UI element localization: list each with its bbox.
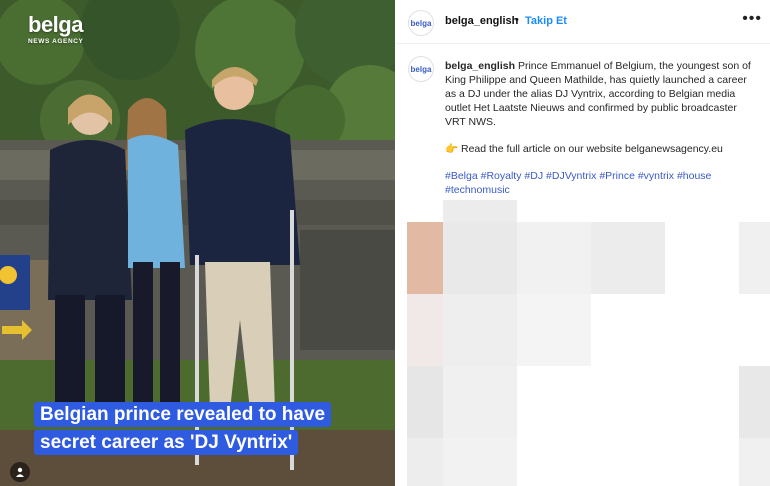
belga-logo: belga NEWS AGENCY [28,12,83,45]
hashtag[interactable]: #house [677,170,711,182]
headline-overlay: Belgian prince revealed to have secret c… [34,401,354,457]
caption-text: belga_english Prince Emmanuel of Belgium… [445,59,757,210]
more-options-icon[interactable]: ••• [742,10,762,28]
post-photo[interactable]: belga NEWS AGENCY Belgian prince reveale… [0,0,395,486]
caption-link-line: 👉 Read the full article on our website b… [445,143,723,155]
hashtag[interactable]: #Royalty [481,170,522,182]
header-avatar[interactable]: belga [408,10,434,36]
blurred-comments-area [395,198,770,486]
hashtag[interactable]: #DJVyntrix [546,170,596,182]
post-header: belga belga_english • Takip Et ••• [395,0,770,44]
hashtag[interactable]: #Belga [445,170,478,182]
hashtag[interactable]: #Prince [599,170,635,182]
headline-line-2: secret career as 'DJ Vyntrix' [34,430,299,455]
hashtag[interactable]: #technomusic [445,184,510,196]
hashtag-list: #Belga #Royalty #DJ #DJVyntrix #Prince #… [445,169,757,197]
follow-button[interactable]: Takip Et [525,15,567,27]
post-side-panel: belga belga_english • Takip Et ••• belga… [395,0,770,486]
logo-subtitle: NEWS AGENCY [28,38,84,45]
caption-avatar[interactable]: belga [408,56,434,82]
logo-word: belga [28,12,83,37]
hashtag[interactable]: #vyntrix [638,170,674,182]
hashtag[interactable]: #DJ [524,170,543,182]
headline-line-1: Belgian prince revealed to have [34,402,332,427]
header-username[interactable]: belga_english [445,15,518,27]
user-tags-icon[interactable] [10,462,30,482]
caption-username[interactable]: belga_english [445,60,515,72]
header-separator: • [515,14,519,26]
